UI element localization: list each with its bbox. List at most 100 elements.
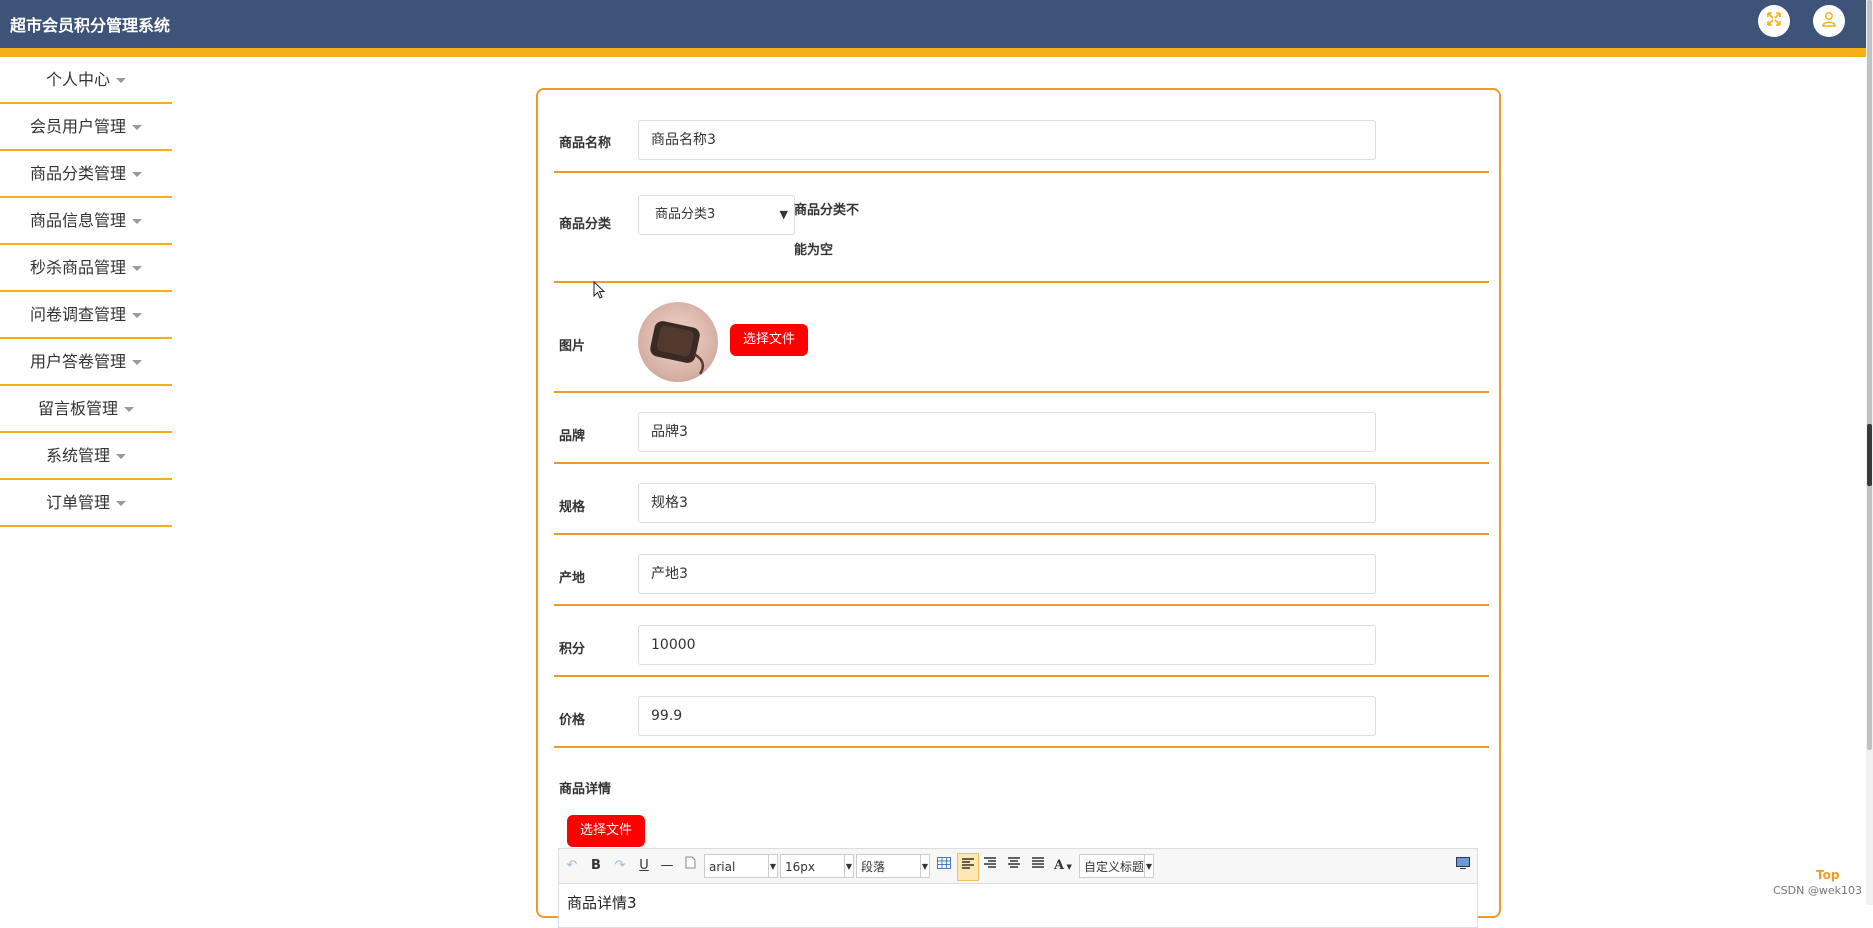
text-color-glyph: A bbox=[1054, 858, 1065, 873]
undo-icon[interactable]: ↶ bbox=[565, 856, 579, 876]
brand-input[interactable]: 品牌3 bbox=[638, 412, 1376, 452]
user-icon bbox=[1821, 11, 1837, 31]
image-choose-file-button[interactable]: 选择文件 bbox=[730, 324, 808, 356]
font-size-value: 16px bbox=[785, 860, 815, 874]
points-label: 积分 bbox=[559, 642, 586, 657]
user-button[interactable] bbox=[1813, 5, 1845, 37]
category-error-message: 商品分类不能为空 bbox=[794, 203, 860, 258]
spec-input[interactable]: 规格3 bbox=[638, 483, 1376, 523]
redo-icon[interactable]: ↷ bbox=[613, 856, 627, 876]
app-title: 超市会员积分管理系统 bbox=[10, 16, 171, 35]
chevron-down-icon bbox=[132, 313, 142, 318]
sidebar-item-label: 留言板管理 bbox=[37, 399, 118, 418]
sidebar-item-member-users[interactable]: 会员用户管理 bbox=[0, 104, 172, 151]
name-input[interactable]: 商品名称3 bbox=[638, 120, 1376, 160]
font-family-select[interactable]: arial ▼ bbox=[704, 854, 778, 878]
align-center-icon[interactable] bbox=[1005, 856, 1023, 876]
align-left-icon[interactable] bbox=[957, 853, 979, 881]
chevron-down-icon bbox=[116, 501, 126, 506]
horizontal-rule-button[interactable]: — bbox=[660, 856, 674, 876]
chevron-down-icon bbox=[132, 125, 142, 130]
sidebar-item-system[interactable]: 系统管理 bbox=[0, 433, 172, 480]
chevron-down-icon bbox=[132, 266, 142, 271]
sidebar-item-label: 用户答卷管理 bbox=[29, 352, 126, 371]
mouse-cursor bbox=[593, 280, 607, 305]
product-edit-form: 商品名称 商品名称3 商品分类 商品分类3 ▼ 商品分类不能为空 图片 选择文件… bbox=[536, 88, 1501, 928]
bold-button[interactable]: B bbox=[589, 856, 603, 876]
chevron-down-icon bbox=[132, 219, 142, 224]
custom-title-select[interactable]: 自定义标题 ▼ bbox=[1079, 854, 1154, 878]
form-row-brand: 品牌 品牌3 bbox=[554, 393, 1489, 464]
sidebar-item-personal-center[interactable]: 个人中心 bbox=[0, 57, 172, 104]
chevron-down-icon bbox=[116, 78, 126, 83]
underline-button[interactable]: U bbox=[637, 856, 651, 876]
name-label: 商品名称 bbox=[559, 136, 612, 151]
sidebar-item-product-category[interactable]: 商品分类管理 bbox=[0, 151, 172, 198]
category-select[interactable]: 商品分类3 ▼ bbox=[638, 195, 795, 235]
sidebar-item-orders[interactable]: 订单管理 bbox=[0, 480, 172, 527]
fullscreen-icon bbox=[1766, 11, 1782, 31]
top-header-bar: 超市会员积分管理系统 bbox=[0, 0, 1866, 57]
back-to-top-link[interactable]: Top bbox=[1816, 868, 1839, 882]
align-right-icon[interactable] bbox=[981, 856, 999, 876]
page-icon[interactable] bbox=[683, 856, 697, 876]
product-image-thumbnail bbox=[638, 302, 718, 382]
image-label: 图片 bbox=[559, 339, 586, 354]
font-family-value: arial bbox=[709, 860, 736, 874]
sidebar-item-user-answers[interactable]: 用户答卷管理 bbox=[0, 339, 172, 386]
sidebar-item-label: 问卷调查管理 bbox=[29, 305, 126, 324]
form-row-points: 积分 10000 bbox=[554, 606, 1489, 677]
form-row-name: 商品名称 商品名称3 bbox=[554, 90, 1489, 173]
paragraph-select[interactable]: 段落 ▼ bbox=[856, 854, 930, 878]
sidebar-item-label: 商品信息管理 bbox=[29, 211, 126, 230]
sidebar-item-label: 个人中心 bbox=[45, 70, 110, 89]
form-row-origin: 产地 产地3 bbox=[554, 535, 1489, 606]
form-row-spec: 规格 规格3 bbox=[554, 464, 1489, 535]
form-row-image: 图片 选择文件 bbox=[554, 283, 1489, 393]
watermark: CSDN @wek103 bbox=[1773, 884, 1862, 897]
page-scrollbar[interactable] bbox=[1866, 0, 1873, 905]
font-size-select[interactable]: 16px ▼ bbox=[780, 854, 854, 878]
scrollbar-marker bbox=[1867, 424, 1872, 486]
paragraph-value: 段落 bbox=[861, 860, 886, 874]
origin-label: 产地 bbox=[559, 571, 586, 586]
chevron-down-icon: ▼ bbox=[1144, 855, 1153, 877]
sidebar-item-label: 系统管理 bbox=[45, 446, 110, 465]
custom-title-value: 自定义标题 bbox=[1084, 860, 1145, 874]
form-row-price: 价格 99.9 bbox=[554, 677, 1489, 748]
editor-content[interactable]: 商品详情3 bbox=[559, 884, 1477, 921]
chevron-down-icon bbox=[132, 172, 142, 177]
chevron-down-icon bbox=[132, 360, 142, 365]
price-label: 价格 bbox=[559, 713, 586, 728]
fullscreen-button[interactable] bbox=[1758, 5, 1790, 37]
category-label: 商品分类 bbox=[559, 217, 612, 232]
sidebar-item-label: 会员用户管理 bbox=[29, 117, 126, 136]
table-icon[interactable] bbox=[935, 856, 953, 876]
sidebar-item-label: 秒杀商品管理 bbox=[29, 258, 126, 277]
chevron-down-icon: ▼ bbox=[844, 855, 853, 877]
brand-label: 品牌 bbox=[559, 429, 586, 444]
detail-choose-file-button[interactable]: 选择文件 bbox=[567, 815, 645, 847]
detail-label: 商品详情 bbox=[559, 782, 612, 797]
category-selected-value: 商品分类3 bbox=[655, 207, 716, 222]
sidebar-menu: 个人中心 会员用户管理 商品分类管理 商品信息管理 秒杀商品管理 问卷调查管理 … bbox=[0, 57, 172, 527]
price-input[interactable]: 99.9 bbox=[638, 696, 1376, 736]
sidebar-item-product-info[interactable]: 商品信息管理 bbox=[0, 198, 172, 245]
scrollbar-thumb[interactable] bbox=[1867, 0, 1872, 750]
sidebar-item-label: 商品分类管理 bbox=[29, 164, 126, 183]
chevron-down-icon bbox=[116, 454, 126, 459]
text-color-button[interactable]: A ▼ bbox=[1052, 856, 1074, 876]
sidebar-item-message-board[interactable]: 留言板管理 bbox=[0, 386, 172, 433]
spec-label: 规格 bbox=[559, 500, 586, 515]
sidebar-item-flash-sale[interactable]: 秒杀商品管理 bbox=[0, 245, 172, 292]
sidebar-item-survey[interactable]: 问卷调查管理 bbox=[0, 292, 172, 339]
sidebar-item-label: 订单管理 bbox=[45, 493, 110, 512]
chevron-down-icon bbox=[124, 407, 134, 412]
origin-input[interactable]: 产地3 bbox=[638, 554, 1376, 594]
rich-text-editor[interactable]: ↶ B ↷ U — arial ▼ 16px ▼ 段落 ▼ A ▼ 自定义标题 … bbox=[558, 848, 1478, 928]
points-input[interactable]: 10000 bbox=[638, 625, 1376, 665]
align-justify-icon[interactable] bbox=[1029, 856, 1047, 876]
chevron-down-icon: ▼ bbox=[920, 855, 929, 877]
form-row-category: 商品分类 商品分类3 ▼ 商品分类不能为空 bbox=[554, 173, 1489, 283]
preview-icon[interactable] bbox=[1455, 856, 1471, 876]
